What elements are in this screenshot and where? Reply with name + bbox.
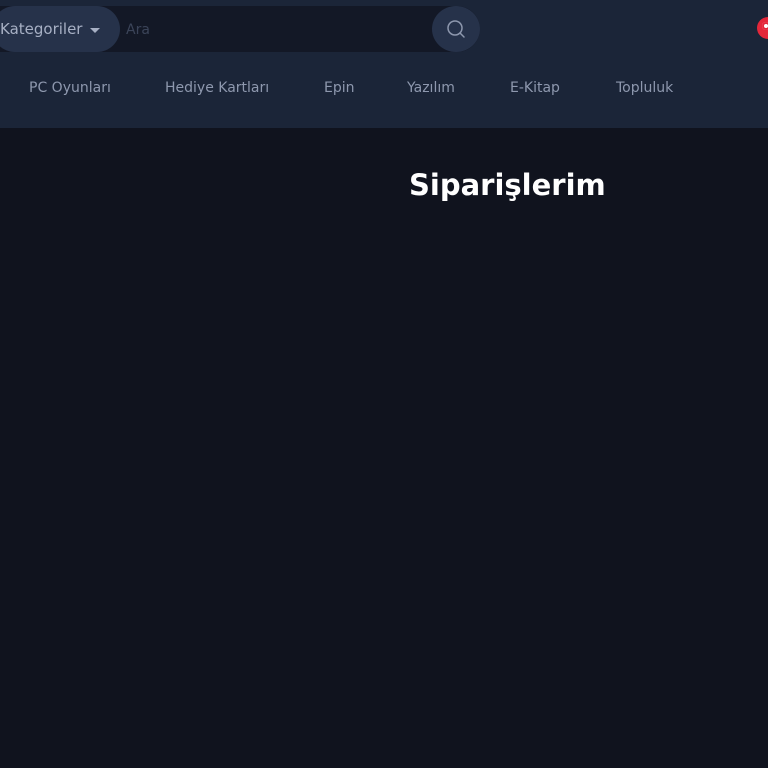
caret-down-icon — [90, 27, 101, 33]
nav-item-community[interactable]: Topluluk — [616, 80, 673, 96]
nav-item-software[interactable]: Yazılım — [407, 80, 455, 96]
page-title: Siparişlerim — [409, 168, 606, 202]
search-area: Kategoriler — [0, 6, 480, 54]
main-nav: PC Oyunları Hediye Kartları Epin Yazılım… — [0, 70, 768, 110]
nav-item-gift-cards[interactable]: Hediye Kartları — [165, 80, 269, 96]
search-icon — [447, 20, 465, 38]
search-button[interactable] — [432, 6, 480, 52]
site-header: Kategoriler PC Oyunları Hediye Kartları … — [0, 0, 768, 128]
nav-item-pc-games[interactable]: PC Oyunları — [29, 80, 111, 96]
nav-item-epin[interactable]: Epin — [324, 80, 355, 96]
brand-logo-icon[interactable] — [757, 17, 768, 39]
nav-item-ebook[interactable]: E-Kitap — [510, 80, 560, 96]
categories-dropdown-button[interactable]: Kategoriler — [0, 6, 120, 52]
search-input[interactable] — [122, 6, 428, 54]
categories-label: Kategoriler — [0, 20, 83, 38]
